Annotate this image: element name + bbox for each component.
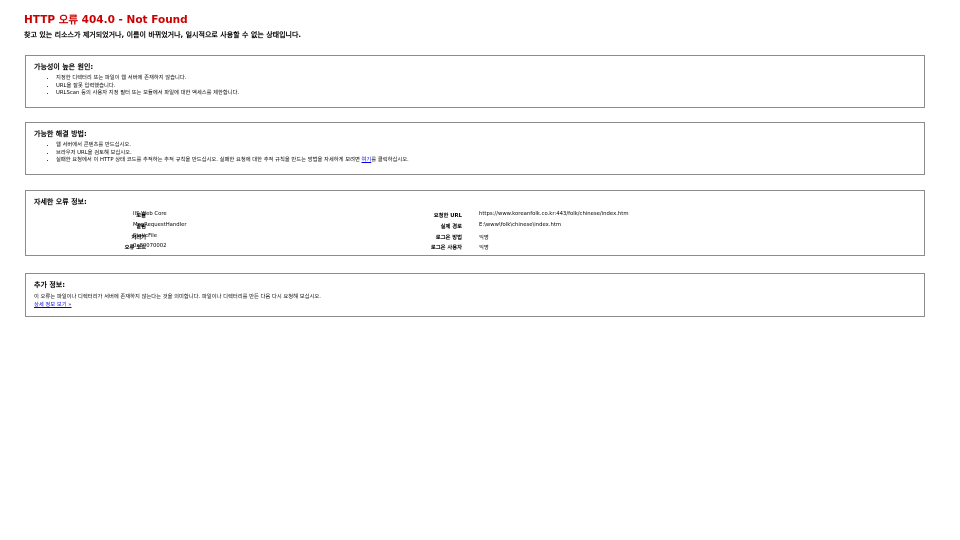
page-title: HTTP 오류 404.0 - Not Found [24,14,188,26]
handler-value: StaticFile [133,232,158,239]
error-details-panel: 자세한 오류 정보: 모듈 IIS Web Core 알림 MapRequest… [25,190,925,256]
error-code-value: 0x80070002 [133,243,167,249]
solutions-panel: 가능한 해결 방법: 웹 서버에서 콘텐츠를 만드십시오. 브라우저 URL을 … [25,122,925,175]
solutions-heading: 가능한 해결 방법: [34,130,87,138]
module-value: IIS Web Core [133,211,167,217]
requested-url-value: https://www.koreanfolk.co.kr:443/folk/ch… [479,211,629,217]
list-item-text: 실패한 요청에서 이 HTTP 상태 코드를 추적하는 추적 규칙을 만드십시오… [56,157,362,164]
physical-path-label: 실제 경로 [440,224,462,230]
list-item: 웹 서버에서 콘텐츠를 만드십시오. [56,142,409,150]
error-page: HTTP 오류 404.0 - Not Found 찾고 있는 리소스가 제거되… [0,0,960,540]
logon-method-label: 로그온 방법 [435,234,462,241]
view-more-details-link[interactable]: 상세 정보 보기 » [34,300,72,308]
requested-url-label: 요청한 URL [433,213,462,219]
logon-user-label: 로그온 사용자 [430,245,462,251]
list-item-suffix: 를 클릭하십시오. [371,157,409,164]
notification-value: MapRequestHandler [133,222,187,228]
solutions-list: 웹 서버에서 콘텐츠를 만드십시오. 브라우저 URL을 검토해 보십시오. 실… [34,142,409,165]
logon-method-value: 익명 [479,234,489,241]
details-heading: 자세한 오류 정보: [34,198,87,206]
physical-path-value: E:\www\folk\chinese\index.htm [479,222,562,228]
causes-heading: 가능성이 높은 원인: [34,63,94,71]
more-heading: 추가 정보: [34,281,65,289]
causes-list: 지정한 디렉터리 또는 파일이 웹 서버에 존재하지 않습니다. URL을 잘못… [34,75,239,98]
here-link[interactable]: 여기 [362,157,372,163]
list-item: 실패한 요청에서 이 HTTP 상태 코드를 추적하는 추적 규칙을 만드십시오… [56,157,409,165]
error-summary: 찾고 있는 리소스가 제거되었거나, 이름이 바뀌었거나, 일시적으로 사용할 … [24,31,302,39]
more-information-panel: 추가 정보: 이 오류는 파일이나 디렉터리가 서버에 존재하지 않는다는 것을… [25,273,925,317]
list-item: 지정한 디렉터리 또는 파일이 웹 서버에 존재하지 않습니다. [56,75,239,83]
likely-causes-panel: 가능성이 높은 원인: 지정한 디렉터리 또는 파일이 웹 서버에 존재하지 않… [25,55,925,108]
more-description: 이 오류는 파일이나 디렉터리가 서버에 존재하지 않는다는 것을 의미합니다.… [34,294,321,300]
list-item: URLScan 등의 사용자 지정 필터 또는 모듈에서 파일에 대한 액세스를… [56,90,239,98]
logon-user-value: 익명 [479,245,489,251]
